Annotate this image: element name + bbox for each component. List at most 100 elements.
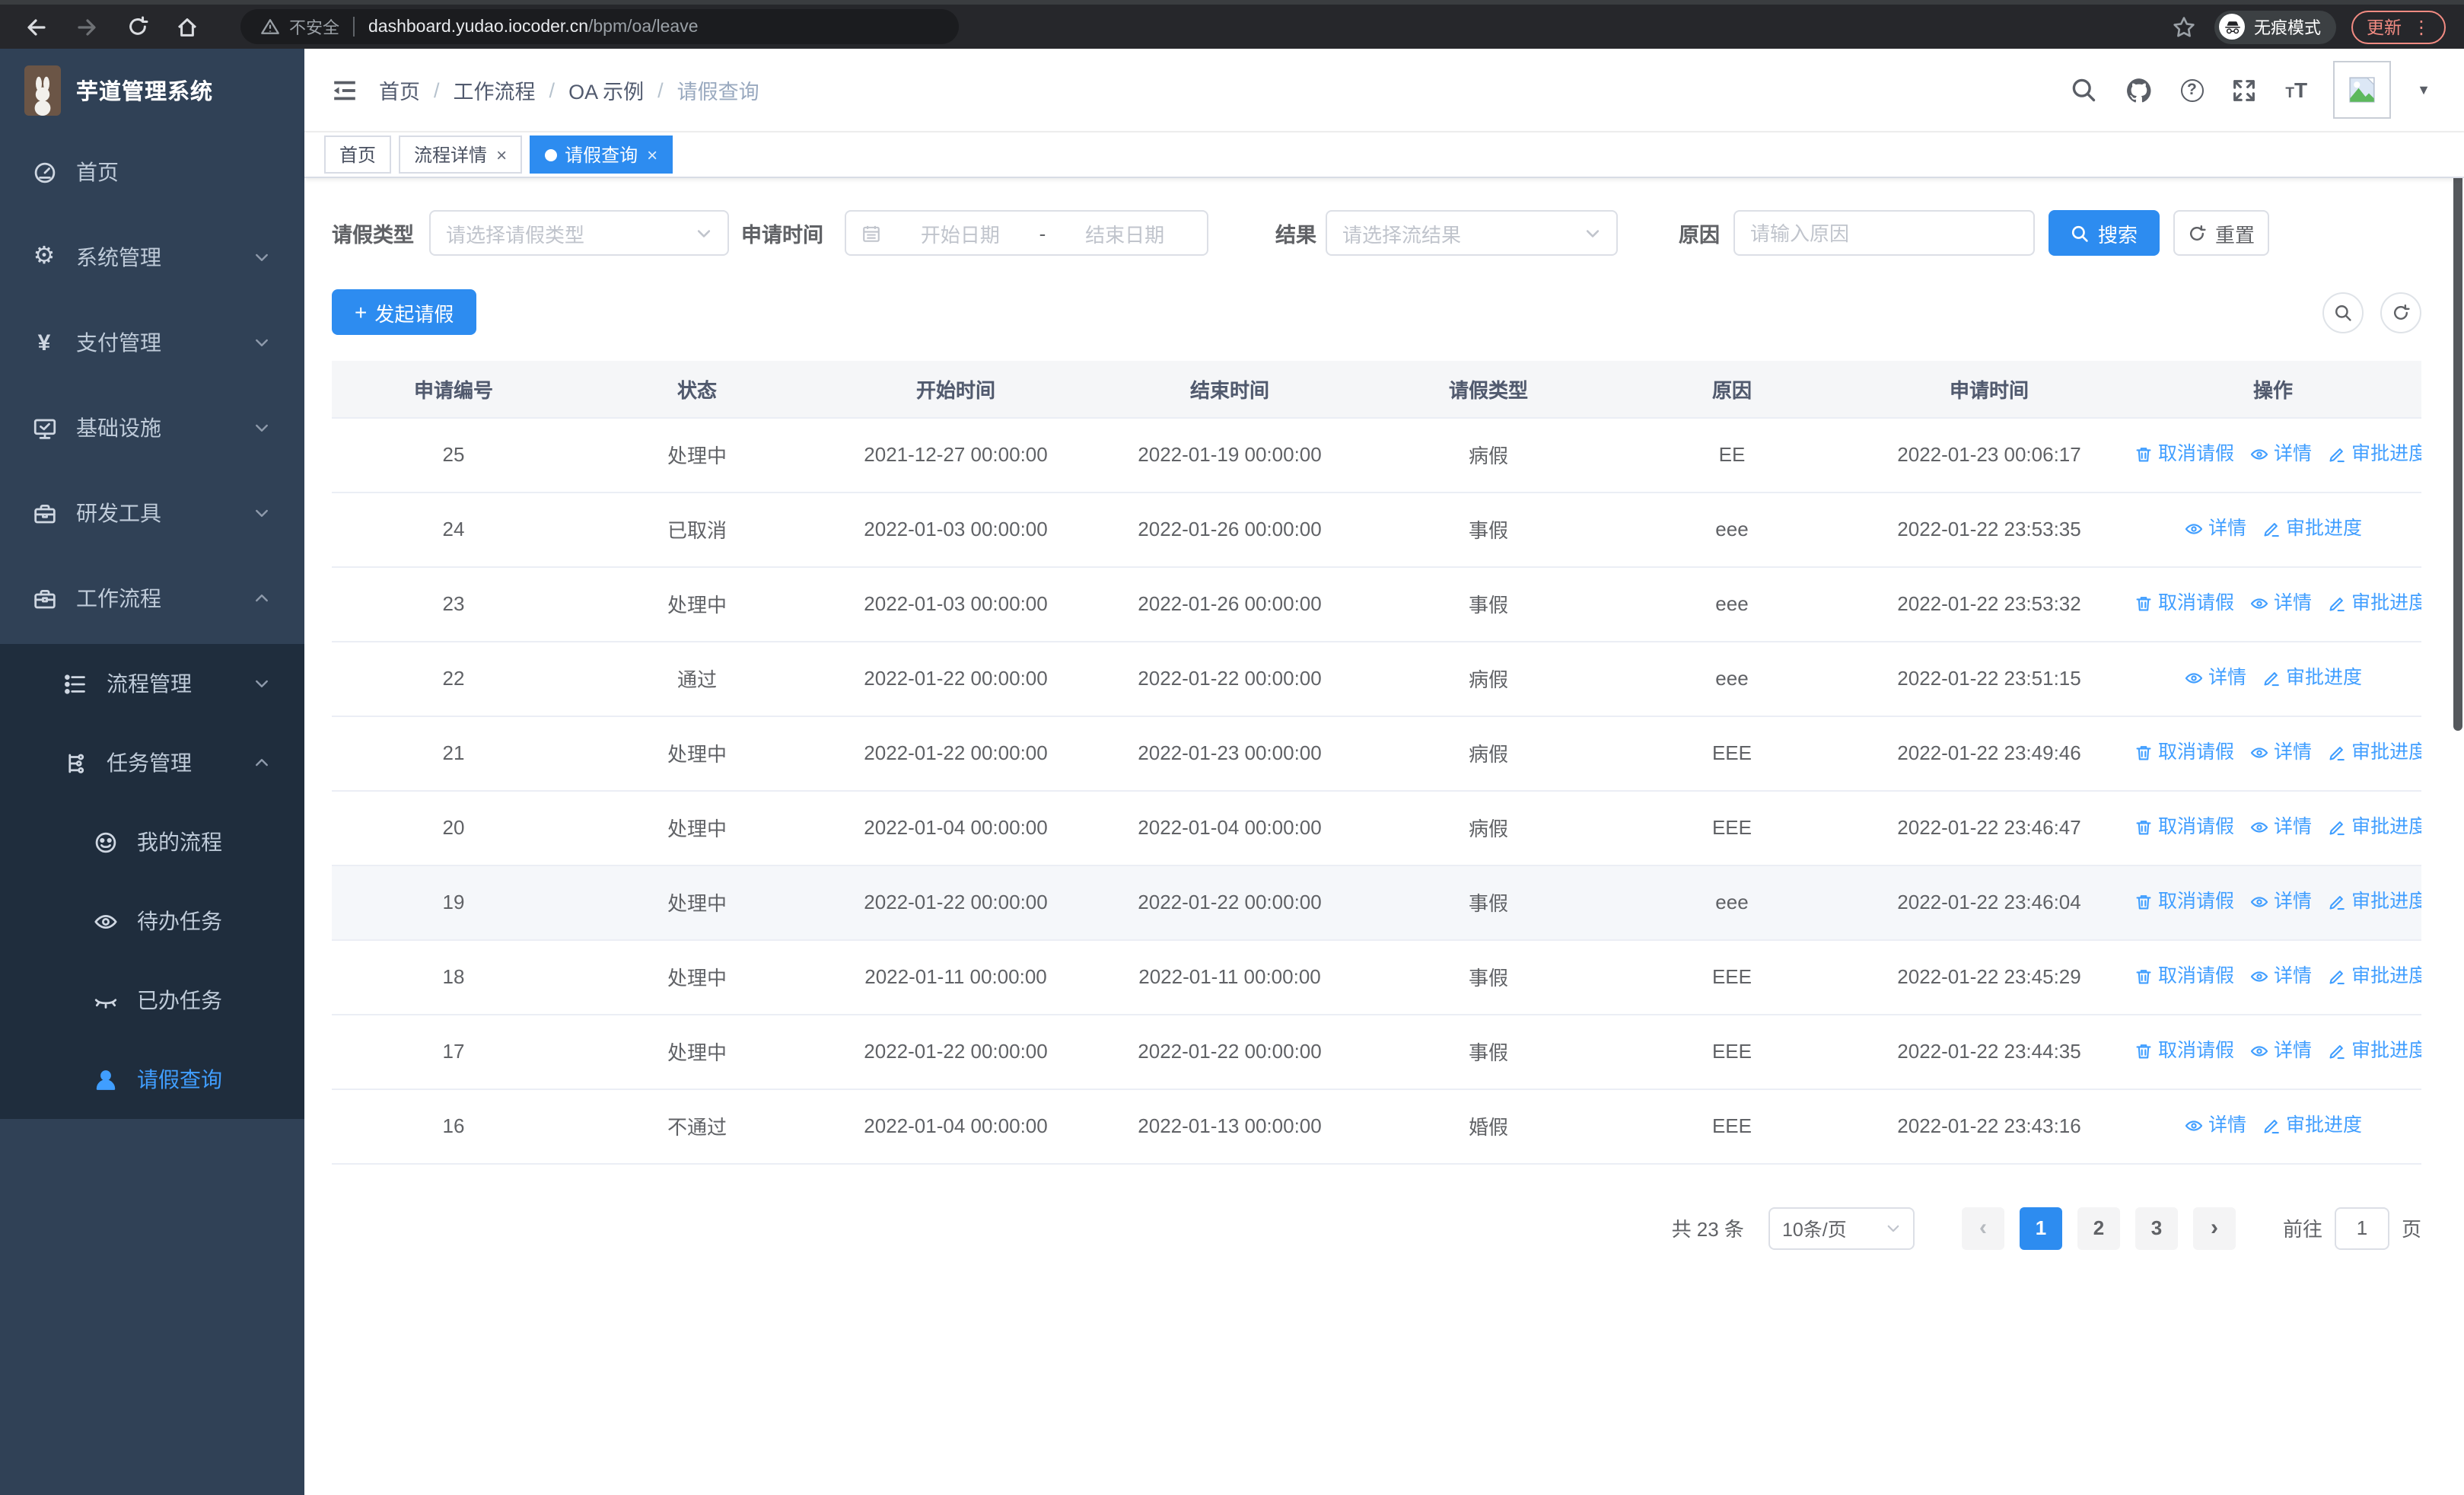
bookmark-star-icon[interactable] <box>2169 11 2199 42</box>
cell-reason: eee <box>1610 492 1854 567</box>
tab-close-icon[interactable]: × <box>647 144 657 165</box>
chevron-down-icon <box>253 248 271 266</box>
browser-reload-icon[interactable] <box>123 13 151 40</box>
page-button-1[interactable]: 1 <box>2019 1207 2062 1249</box>
detail-action-link[interactable]: 详情 <box>2184 512 2246 540</box>
sidebar-item-label: 基础设施 <box>76 416 161 440</box>
column-header-7: 操作 <box>2125 361 2421 418</box>
result-select[interactable]: 请选择流结果 <box>1326 210 1618 256</box>
page-button-3[interactable]: 3 <box>2135 1207 2178 1249</box>
sidebar-item-1[interactable]: ⚙ 系统管理 <box>0 218 304 297</box>
breadcrumb-item[interactable]: 首页 <box>379 75 420 105</box>
progress-action-link[interactable]: 审批进度 <box>2262 512 2362 540</box>
column-header-1: 状态 <box>575 361 819 418</box>
search-icon[interactable] <box>2068 75 2098 105</box>
browser-home-icon[interactable] <box>173 13 201 40</box>
avatar-caret-icon[interactable]: ▼ <box>2417 82 2431 97</box>
cancel-action-link[interactable]: 取消请假 <box>2134 437 2234 466</box>
github-icon[interactable] <box>2124 75 2154 105</box>
cancel-action-link[interactable]: 取消请假 <box>2134 959 2234 988</box>
help-icon[interactable]: ? <box>2180 78 2204 101</box>
sidebar-submenu: 流程管理 任务管理 我的流程 待办任务 已办任务 请假查询 <box>0 644 304 1119</box>
avatar[interactable] <box>2333 61 2392 119</box>
cell-end-time: 2022-01-19 00:00:00 <box>1093 417 1367 492</box>
tabs-bar: 首页 流程详情 × 请假查询 × <box>304 132 2464 178</box>
goto-page-input[interactable] <box>2334 1207 2389 1249</box>
font-size-icon[interactable]: TT <box>2285 78 2307 102</box>
tab-0[interactable]: 首页 <box>324 135 392 174</box>
detail-action-link[interactable]: 详情 <box>2184 661 2246 690</box>
leave-type-select[interactable]: 请选择请假类型 <box>429 210 729 256</box>
breadcrumb-item[interactable]: OA 示例 <box>568 75 644 105</box>
cancel-action-link[interactable]: 取消请假 <box>2134 1034 2234 1063</box>
cancel-action-link[interactable]: 取消请假 <box>2134 586 2234 615</box>
tab-1[interactable]: 流程详情 × <box>399 135 523 174</box>
progress-action-link[interactable]: 审批进度 <box>2262 661 2362 690</box>
sidebar-item-7[interactable]: 任务管理 <box>0 723 304 802</box>
create-leave-button[interactable]: + 发起请假 <box>332 289 477 335</box>
page-scrollbar[interactable] <box>2453 137 2462 731</box>
cell-end-time: 2022-01-22 00:00:00 <box>1093 641 1367 716</box>
show-search-toggle-icon[interactable] <box>2322 292 2364 333</box>
progress-action-link[interactable]: 审批进度 <box>2327 959 2421 988</box>
tab-close-icon[interactable]: × <box>496 144 507 165</box>
sidebar-item-6[interactable]: 流程管理 <box>0 644 304 723</box>
detail-action-link[interactable]: 详情 <box>2249 810 2312 839</box>
browser-back-icon[interactable] <box>23 13 50 40</box>
detail-action-link[interactable]: 详情 <box>2184 1108 2246 1137</box>
detail-action-link[interactable]: 详情 <box>2249 1034 2312 1063</box>
sidebar-item-2[interactable]: ¥ 支付管理 <box>0 303 304 382</box>
cancel-action-link[interactable]: 取消请假 <box>2134 810 2234 839</box>
progress-action-link[interactable]: 审批进度 <box>2262 1108 2362 1137</box>
cell-id: 16 <box>332 1089 575 1164</box>
detail-action-link[interactable]: 详情 <box>2249 959 2312 988</box>
browser-forward-icon[interactable] <box>73 13 100 40</box>
progress-action-link[interactable]: 审批进度 <box>2327 586 2421 615</box>
detail-action-link[interactable]: 详情 <box>2249 437 2312 466</box>
sidebar-item-0[interactable]: 首页 <box>0 132 304 212</box>
breadcrumb-item: 请假查询 <box>676 81 759 104</box>
fullscreen-icon[interactable] <box>2229 75 2259 105</box>
sidebar-item-3[interactable]: 基础设施 <box>0 388 304 467</box>
sidebar-item-4[interactable]: 研发工具 <box>0 473 304 553</box>
page-button-2[interactable]: 2 <box>2077 1207 2120 1249</box>
sidebar-item-11[interactable]: 请假查询 <box>0 1040 304 1119</box>
search-button[interactable]: 搜索 <box>2049 210 2160 256</box>
detail-action-link[interactable]: 详情 <box>2249 735 2312 764</box>
progress-action-link[interactable]: 审批进度 <box>2327 437 2421 466</box>
sidebar-item-9[interactable]: 待办任务 <box>0 881 304 961</box>
cell-apply-time: 2022-01-22 23:51:15 <box>1854 641 2125 716</box>
next-page-button[interactable]: › <box>2192 1207 2236 1249</box>
cancel-action-link[interactable]: 取消请假 <box>2134 885 2234 913</box>
chrome-update-button[interactable]: 更新 ⋮ <box>2351 10 2446 43</box>
sidebar-item-5[interactable]: 工作流程 <box>0 559 304 638</box>
reset-button[interactable]: 重置 <box>2173 210 2269 256</box>
cell-start-time: 2022-01-22 00:00:00 <box>819 1014 1093 1089</box>
sidebar-item-10[interactable]: 已办任务 <box>0 961 304 1040</box>
cell-end-time: 2022-01-26 00:00:00 <box>1093 566 1367 642</box>
progress-action-link[interactable]: 审批进度 <box>2327 885 2421 913</box>
detail-action-link[interactable]: 详情 <box>2249 885 2312 913</box>
tab-2[interactable]: 请假查询 × <box>530 135 673 174</box>
prev-page-button[interactable]: ‹ <box>1961 1207 2004 1249</box>
breadcrumb-item[interactable]: 工作流程 <box>454 75 536 105</box>
refresh-table-icon[interactable] <box>2380 292 2421 333</box>
sidebar-collapse-icon[interactable] <box>332 77 358 103</box>
progress-action-link[interactable]: 审批进度 <box>2327 735 2421 764</box>
browser-menu-icon[interactable]: ⋮ <box>2412 16 2431 37</box>
address-bar[interactable]: 不安全 dashboard.yudao.iocoder.cn/bpm/oa/le… <box>240 9 959 44</box>
reason-input[interactable] <box>1735 222 2033 244</box>
detail-action-link[interactable]: 详情 <box>2249 586 2312 615</box>
tab-label: 请假查询 <box>565 145 638 166</box>
update-label: 更新 <box>2367 19 2402 37</box>
sidebar-item-8[interactable]: 我的流程 <box>0 802 304 881</box>
page-size-select[interactable]: 10条/页 <box>1768 1207 1915 1249</box>
table-row: 16 不通过 2022-01-04 00:00:00 2022-01-13 00:00… <box>332 1089 2421 1164</box>
cancel-action-link[interactable]: 取消请假 <box>2134 735 2234 764</box>
progress-action-link[interactable]: 审批进度 <box>2327 810 2421 839</box>
address-divider <box>353 17 355 37</box>
cell-actions: 详情 审批进度 <box>2125 492 2421 567</box>
progress-action-link[interactable]: 审批进度 <box>2327 1034 2421 1063</box>
apply-time-range-picker[interactable]: 开始日期 - 结束日期 <box>845 210 1208 256</box>
cell-actions: 取消请假 详情 审批进度 <box>2125 865 2421 940</box>
